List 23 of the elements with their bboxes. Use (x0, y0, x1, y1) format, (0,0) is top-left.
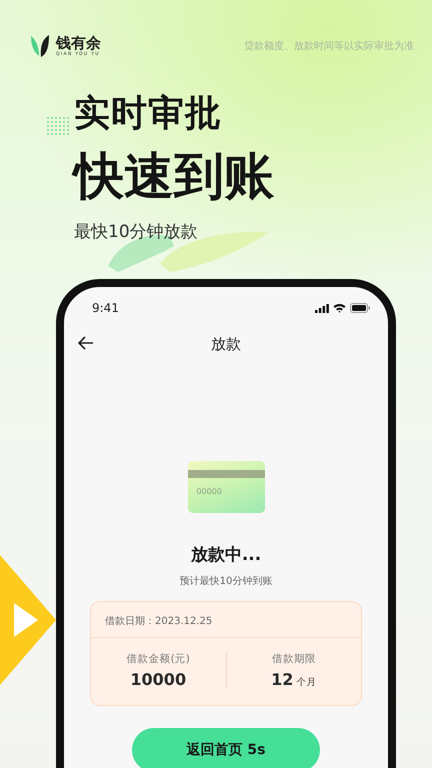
brand-name: 钱有余 (56, 34, 101, 52)
stat-label: 借款金额(元) (126, 652, 190, 666)
return-home-button[interactable]: 返回首页 5s (132, 728, 320, 768)
disclaimer: 贷款额度、放款时间等以实际审批为准 (244, 40, 414, 53)
dot-grid-drawing (46, 116, 72, 136)
stat-unit: 个月 (296, 676, 316, 689)
wifi-icon (333, 303, 346, 313)
battery-icon (350, 303, 370, 313)
status-title: 放款中... (190, 544, 262, 566)
page-title: 放款 (211, 334, 241, 354)
status-time: 9:41 (92, 301, 119, 315)
headline: 快速到账 (74, 144, 274, 208)
status-subtitle: 预计最快10分钟到账 (180, 574, 272, 588)
stat-label: 借款期限 (272, 652, 316, 666)
headline: 实时审批 (74, 92, 222, 136)
stat-value: 10000 (130, 670, 186, 689)
tagline: 最快10分钟放款 (74, 221, 198, 243)
card-number: 00000 (196, 487, 223, 496)
signal-icon (315, 304, 329, 312)
loan-date: 借款日期：2023.12.25 (105, 614, 212, 628)
stat-value: 12 (271, 670, 294, 689)
back-arrow-icon[interactable] (78, 336, 94, 350)
leaf-logo-icon (30, 34, 50, 58)
